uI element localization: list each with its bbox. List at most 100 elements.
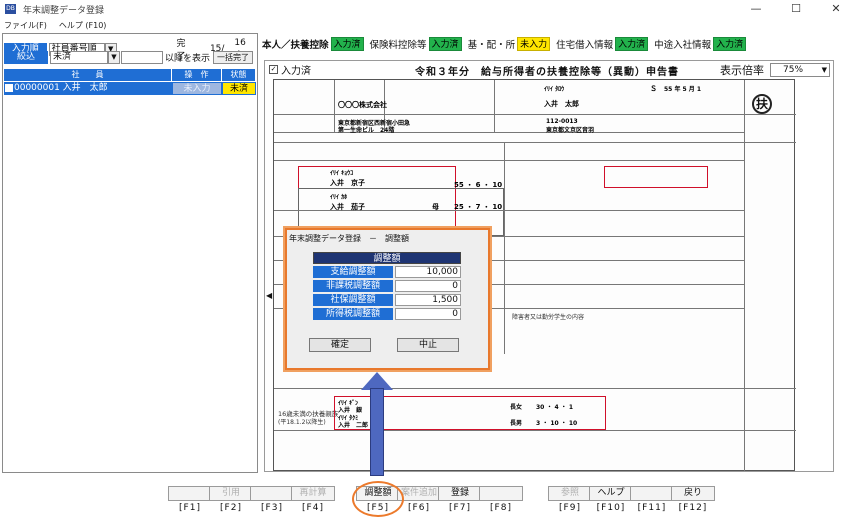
spouse-name: 入井 京子 <box>330 179 365 187</box>
address-highlight <box>604 166 708 188</box>
employee-list-panel: 入力順 社員番号順 ▼ 完了 15/ 16 人 絞込 未済 ▼ 以降を表示 一括… <box>2 33 258 473</box>
window-title: 年末調整データ登録 <box>23 5 105 16</box>
function-key-bar: [F1] 引用 [F2] [F3] 再計算 [F4] 調整額 [F5] 案件追加… <box>0 482 856 521</box>
tab-basic-spouse-income[interactable]: 基・配・所 未入力 <box>468 37 551 51</box>
filter-select[interactable]: 未済 <box>50 51 108 64</box>
confirm-button[interactable]: 確定 <box>309 338 371 352</box>
company-name: 〇〇〇株式会社 <box>338 101 387 109</box>
adjust-row-social-insurance: 社保調整額 1,500 <box>313 294 461 306</box>
quote-button[interactable]: 引用 <box>209 486 253 501</box>
maximize-icon[interactable]: ☐ <box>776 0 816 18</box>
minimize-icon[interactable]: — <box>736 0 776 18</box>
status-badge: 入力済 <box>428 37 462 51</box>
child2-relation: 長男 <box>510 420 523 427</box>
child-section-note: (平18.1.2以降生) <box>278 419 326 426</box>
status-badge: 入力済 <box>615 37 649 51</box>
postal-code: 112-0013 <box>546 118 578 125</box>
status-badge: 未済 <box>223 83 255 94</box>
employee-birth-era: Ｓ <box>650 85 657 93</box>
adjust-row-income-tax: 所得税調整額 0 <box>313 308 461 320</box>
nontaxable-adjust-input[interactable]: 0 <box>395 280 461 292</box>
company-address-2: 第一生命ビル 24階 <box>338 127 395 134</box>
tab-housing-loan[interactable]: 住宅借入情報 入力済 <box>556 37 649 51</box>
show-after-label: 以降を表示 <box>165 54 211 64</box>
reference-button[interactable]: 参照 <box>548 486 592 501</box>
disability-note-label: 障害者又は勤労学生の内容 <box>512 314 585 321</box>
close-icon[interactable]: ✕ <box>816 0 856 18</box>
dialog-header: 調整額 <box>313 252 461 264</box>
menu-bar: ファイル(F) ヘルプ (F10) <box>0 18 856 32</box>
social-insurance-adjust-input[interactable]: 1,500 <box>395 294 461 306</box>
f11-button[interactable] <box>630 486 674 501</box>
dependent1-birthdate: 25 ・ 7 ・ 10 <box>454 203 503 211</box>
register-button[interactable]: 登録 <box>438 486 482 501</box>
adjustment-dialog: 年末調整データ登録 － 調整額 調整額 支給調整額 10,000 非課税調整額 … <box>285 228 490 370</box>
row-checkbox[interactable] <box>4 82 14 95</box>
f6-label: [F6] <box>408 503 430 513</box>
f7-label: [F7] <box>449 503 471 513</box>
bulk-complete-button[interactable]: 一括完了 <box>213 51 254 64</box>
column-employee: 社 員 <box>4 69 172 81</box>
spouse-kana: ｲﾘｲ ｷｮｳｺ <box>330 170 354 177</box>
f3-label: [F3] <box>261 503 283 513</box>
entered-checkbox[interactable]: ✓ <box>269 64 278 74</box>
fu-mark: 扶 <box>752 94 772 114</box>
column-status: 状態 <box>222 69 256 81</box>
f12-label: [F12] <box>678 503 708 513</box>
chevron-down-icon[interactable]: ▼ <box>108 51 120 64</box>
child2-name: 入井 二郎 <box>338 422 369 429</box>
column-action: 操 作 <box>172 69 222 81</box>
tab-dependents[interactable]: 本人／扶養控除 入力済 <box>262 37 364 51</box>
tab-insurance[interactable]: 保険料控除等 入力済 <box>370 37 462 51</box>
adjust-row-nontaxable: 非課税調整額 0 <box>313 280 461 292</box>
employee-address: 東京都文京区音羽 <box>546 127 595 134</box>
f8-button[interactable] <box>479 486 523 501</box>
f1-label: [F1] <box>179 503 201 513</box>
f11-label: [F11] <box>637 503 667 513</box>
adjust-row-payment: 支給調整額 10,000 <box>313 266 461 278</box>
f9-label: [F9] <box>559 503 581 513</box>
recalculate-button[interactable]: 再計算 <box>291 486 335 501</box>
employee-birthdate: 55 年 5 月 1 <box>664 86 702 93</box>
f1-button[interactable] <box>168 486 212 501</box>
f2-label: [F2] <box>220 503 242 513</box>
child1-birthdate: 30 ・ 4 ・ 1 <box>536 404 574 411</box>
f4-label: [F4] <box>302 503 324 513</box>
row-employee: 00000001 入井 太郎 <box>14 83 108 93</box>
status-badge: 未入力 <box>517 37 551 51</box>
filter-label: 絞込 <box>4 51 48 64</box>
status-badge: 入力済 <box>330 37 364 51</box>
dependent1-kana: ｲﾘｲ ｶﾎ <box>330 194 348 201</box>
menu-file[interactable]: ファイル(F) <box>4 20 47 31</box>
entered-checkbox-label: 入力済 <box>281 65 311 77</box>
back-button[interactable]: 戻り <box>671 486 715 501</box>
spouse-birthdate: 55 ・ 6 ・ 10 <box>454 181 503 189</box>
f8-label: [F8] <box>490 503 512 513</box>
cancel-button[interactable]: 中止 <box>397 338 459 352</box>
employee-name: 入井 太郎 <box>544 100 579 108</box>
collapse-arrow-icon[interactable]: ◀ <box>266 291 272 300</box>
dependent1-relation: 母 <box>432 203 439 211</box>
table-row[interactable]: 00000001 入井 太郎 未入力 未済 <box>4 82 256 95</box>
help-button[interactable]: ヘルプ <box>589 486 633 501</box>
employee-kana: ｲﾘｲ ﾀﾛｳ <box>544 86 565 93</box>
show-after-input[interactable] <box>121 51 163 64</box>
menu-help[interactable]: ヘルプ (F10) <box>59 20 107 31</box>
zoom-label: 表示倍率 <box>720 64 764 77</box>
dependent1-name: 入井 茄子 <box>330 203 365 211</box>
dialog-title: 年末調整データ登録 － 調整額 <box>289 234 409 243</box>
window-titlebar: DB 年末調整データ登録 — ☐ ✕ <box>0 0 856 18</box>
employee-grid-header: 社 員 操 作 状態 <box>4 69 256 81</box>
payment-adjust-input[interactable]: 10,000 <box>395 266 461 278</box>
zoom-select[interactable]: 75% ▼ <box>770 63 830 77</box>
child1-relation: 長女 <box>510 404 523 411</box>
status-badge: 入力済 <box>713 37 747 51</box>
app-icon: DB <box>5 4 16 14</box>
row-action-button[interactable]: 未入力 <box>173 83 221 94</box>
income-tax-adjust-input[interactable]: 0 <box>395 308 461 320</box>
highlight-circle <box>352 481 404 517</box>
f3-button[interactable] <box>250 486 294 501</box>
annotation-arrow-shaft <box>370 388 384 476</box>
form-tabs: 本人／扶養控除 入力済 保険料控除等 入力済 基・配・所 未入力 住宅借入情報 … <box>262 35 856 53</box>
tab-midyear-hire[interactable]: 中途入社情報 入力済 <box>654 37 747 51</box>
